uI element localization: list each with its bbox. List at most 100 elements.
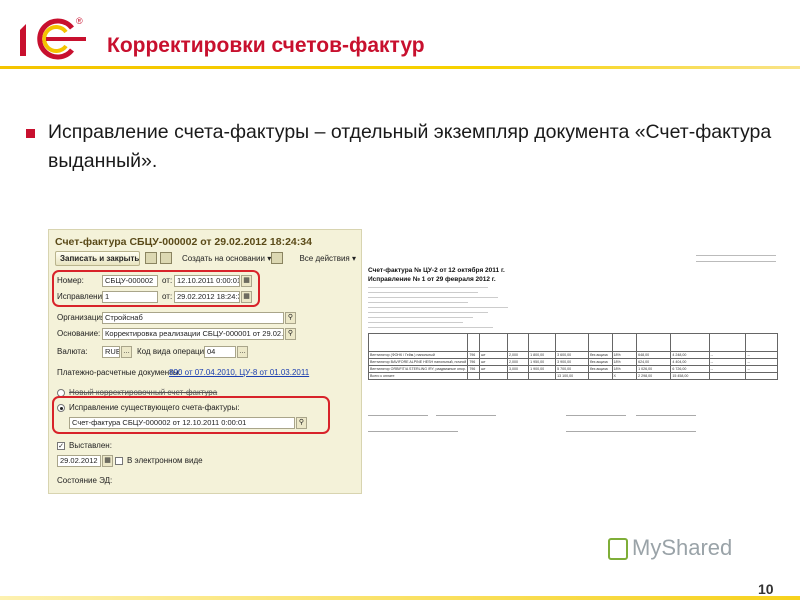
- invoice-table: Вентилятор (ФОНК / Гейм.) напольный 796 шт…: [367, 333, 778, 380]
- calendar-icon[interactable]: ▦: [241, 275, 252, 287]
- fine-print-line: [696, 261, 776, 262]
- page-number: 10: [758, 581, 774, 597]
- bullet-marker: [26, 129, 35, 138]
- fix-existing-radio[interactable]: [57, 404, 65, 412]
- op-code-field[interactable]: 04: [204, 346, 236, 358]
- slide-title: Корректировки счетов-фактур: [107, 34, 425, 57]
- save-close-button[interactable]: Записать и закрыть: [55, 251, 140, 266]
- table-cell: без акциза: [587, 351, 613, 359]
- table-header-cell: [479, 333, 509, 352]
- table-cell: 648,00: [636, 351, 672, 359]
- currency-label: Валюта:: [57, 347, 88, 356]
- table-header-cell: [528, 333, 557, 352]
- table-header-row: [367, 333, 778, 352]
- table-cell: 3,000: [507, 365, 530, 373]
- table-cell: шт: [479, 358, 509, 366]
- fix-existing-field[interactable]: Счет-фактура СБЦУ-000002 от 12.10.2011 0…: [69, 417, 295, 429]
- fine-print-line: [368, 307, 508, 308]
- issued-checkbox[interactable]: ✓: [57, 442, 65, 450]
- table-cell: 4 248,00: [670, 351, 710, 359]
- table-cell: без акциза: [587, 365, 613, 373]
- payment-docs-link[interactable]: 890 от 07.04.2010, ЦУ-8 от 01.03.2011: [169, 368, 309, 377]
- document-icon[interactable]: [160, 252, 172, 264]
- number-date-field[interactable]: 12.10.2011 0:00:01: [174, 275, 240, 287]
- basis-field[interactable]: Корректировка реализации СБЦУ-000001 от …: [102, 328, 284, 340]
- table-cell: [507, 372, 530, 380]
- calendar-icon[interactable]: ▦: [102, 455, 113, 467]
- search-icon[interactable]: ⚲: [285, 328, 296, 340]
- registered-mark: ®: [76, 16, 83, 26]
- table-cell: --: [708, 358, 747, 366]
- correction-header: Исправление № 1 от 29 февраля 2012 г.: [368, 276, 496, 283]
- ellipsis-icon[interactable]: …: [237, 346, 248, 358]
- table-cell: [467, 372, 481, 380]
- table-cell: Всего к оплате: [367, 372, 469, 380]
- correction-label: Исправление:: [57, 292, 109, 301]
- title-divider: [0, 66, 800, 69]
- electronic-checkbox[interactable]: [115, 457, 123, 465]
- table-cell: 13 100,00: [555, 372, 589, 380]
- table-cell: 2,000: [507, 351, 530, 359]
- currency-field[interactable]: RUB: [102, 346, 120, 358]
- table-cell: 5 700,00: [555, 365, 589, 373]
- table-cell: 4 404,00: [670, 358, 710, 366]
- fine-print-line: [696, 255, 776, 256]
- fine-print-line: [368, 322, 463, 323]
- table-cell: --: [708, 365, 747, 373]
- bottom-accent-bar: [0, 596, 800, 600]
- bullet-text: Исправление счета-фактуры – отдельный эк…: [48, 121, 772, 172]
- table-header-cell: [467, 333, 481, 352]
- table-header-cell: [708, 333, 747, 352]
- table-cell: [479, 372, 509, 380]
- table-cell: шт: [479, 365, 509, 373]
- correction-field[interactable]: 1: [102, 291, 158, 303]
- table-cell: 18%: [611, 365, 638, 373]
- signature-line: [566, 431, 696, 432]
- table-cell: [528, 372, 557, 380]
- signature-line: [436, 415, 496, 416]
- search-icon[interactable]: ⚲: [296, 417, 307, 429]
- chevron-down-icon: ▾: [351, 254, 356, 263]
- calendar-icon[interactable]: ▦: [241, 291, 252, 303]
- table-cell: [745, 372, 778, 380]
- ellipsis-icon[interactable]: …: [121, 346, 132, 358]
- create-based-button[interactable]: Создать на основании ▾: [177, 251, 271, 266]
- table-cell: 18%: [611, 351, 638, 359]
- table-row: Вентилятор (ФОНК / Гейм.) напольный 796 шт…: [367, 351, 778, 359]
- table-cell: --: [745, 351, 778, 359]
- table-header-cell: [507, 333, 530, 352]
- electronic-label: В электронном виде: [127, 456, 203, 465]
- all-actions-button[interactable]: Все действия ▾: [283, 251, 361, 266]
- table-cell: 1 800,00: [528, 351, 557, 359]
- table-cell: 796: [467, 358, 481, 366]
- ed-state-label: Состояние ЭД:: [57, 476, 113, 485]
- correction-date-field[interactable]: 29.02.2012 18:24:34: [174, 291, 240, 303]
- table-cell: 624,00: [636, 358, 672, 366]
- myshared-watermark: MyShared: [632, 535, 733, 560]
- search-icon[interactable]: ⚲: [285, 312, 296, 324]
- table-cell: 1 950,00: [528, 358, 557, 366]
- number-field[interactable]: СБЦУ-000002: [102, 275, 158, 287]
- issued-label: Выставлен:: [69, 441, 112, 450]
- payment-docs-label: Платежно-расчетные документы:: [57, 368, 181, 377]
- table-cell: 6 726,00: [670, 365, 710, 373]
- table-header-cell: [670, 333, 710, 352]
- issued-date-field[interactable]: 29.02.2012: [57, 455, 101, 467]
- table-cell: шт: [479, 351, 509, 359]
- fine-print-line: [368, 327, 493, 328]
- signature-line: [636, 415, 696, 416]
- table-cell: 2 298,00: [636, 372, 672, 380]
- number-from-label: от:: [162, 276, 173, 285]
- table-cell: X: [611, 372, 638, 380]
- print-icon[interactable]: [271, 252, 283, 264]
- create-based-label: Создать на основании: [182, 254, 265, 263]
- table-cell: Вентилятор (ФОНК / Гейм.) напольный: [367, 351, 469, 359]
- myshared-icon: [608, 538, 628, 560]
- organization-field[interactable]: Стройснаб: [102, 312, 284, 324]
- fine-print-line: [368, 287, 488, 288]
- table-cell: 18%: [611, 358, 638, 366]
- number-label: Номер:: [57, 276, 84, 285]
- table-cell: 796: [467, 365, 481, 373]
- table-header-cell: [611, 333, 638, 352]
- save-icon[interactable]: [145, 252, 157, 264]
